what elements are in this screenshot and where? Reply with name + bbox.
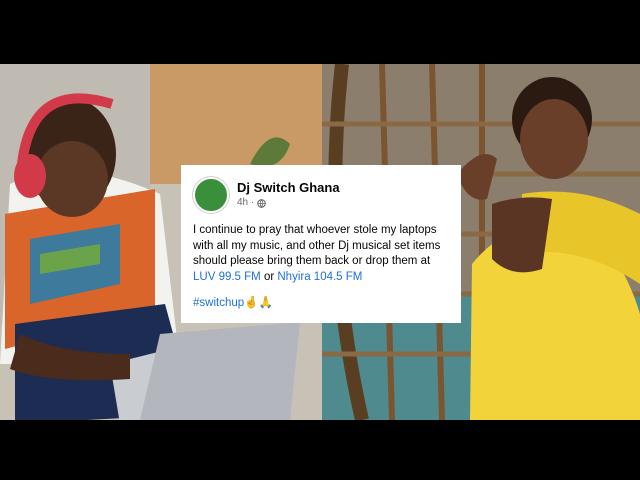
post-text-part1: I continue to pray that whoever stole my… bbox=[193, 224, 441, 267]
emoji-text: 🤞🙏 bbox=[244, 297, 273, 309]
post-header: Dj Switch Ghana 4h · bbox=[193, 177, 449, 213]
post-meta: Dj Switch Ghana 4h · bbox=[237, 180, 340, 210]
facebook-post-card: Dj Switch Ghana 4h · I continue to pray … bbox=[181, 165, 461, 323]
station-link-nhyira[interactable]: Nhyira 104.5 FM bbox=[277, 271, 362, 283]
post-time[interactable]: 4h · bbox=[237, 196, 254, 210]
station-link-luv[interactable]: LUV 99.5 FM bbox=[193, 271, 261, 283]
hashtag-row: #switchup🤞🙏 bbox=[193, 295, 449, 309]
hashtag-link[interactable]: #switchup bbox=[193, 297, 244, 309]
author-name[interactable]: Dj Switch Ghana bbox=[237, 180, 340, 196]
avatar[interactable] bbox=[193, 177, 229, 213]
globe-icon bbox=[257, 198, 267, 208]
post-body: I continue to pray that whoever stole my… bbox=[193, 223, 449, 285]
timestamp-row: 4h · bbox=[237, 196, 340, 210]
post-text-or: or bbox=[260, 270, 278, 283]
